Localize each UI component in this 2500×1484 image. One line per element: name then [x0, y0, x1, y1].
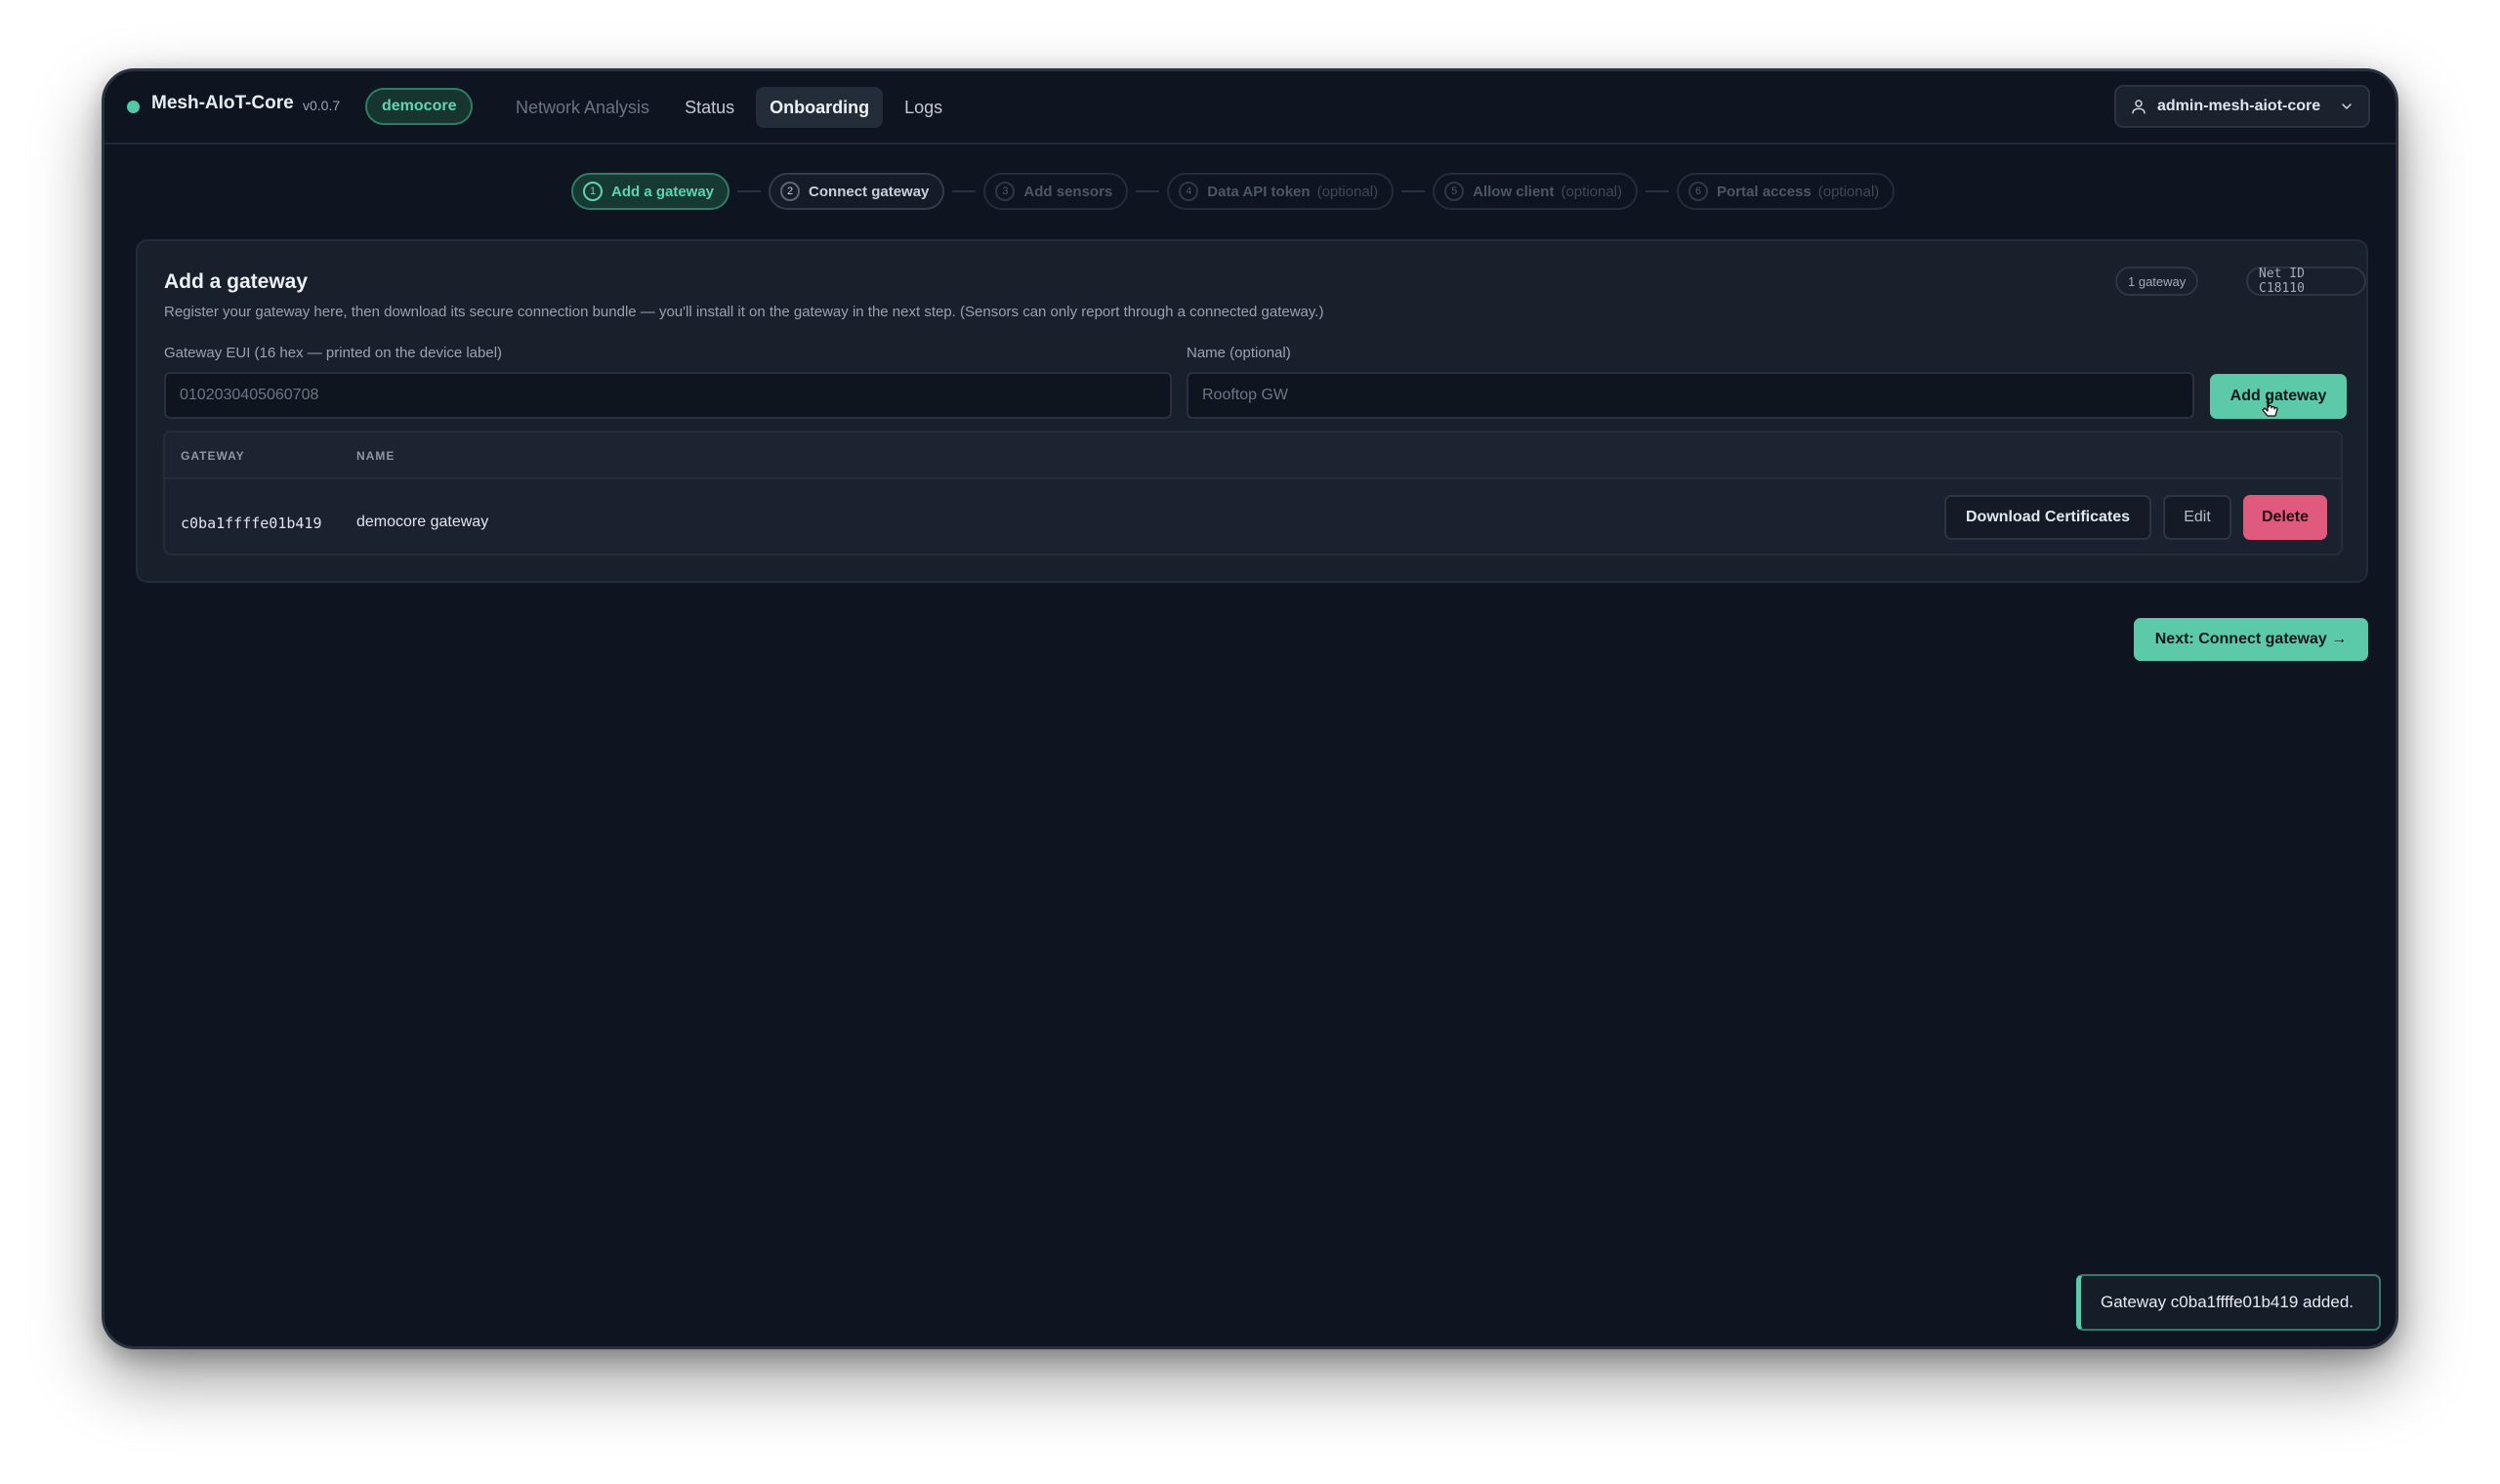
- table-header: GATEWAY NAME: [165, 433, 2341, 479]
- step-connector: [1136, 190, 1160, 192]
- card-description: Register your gateway here, then downloa…: [164, 304, 1324, 320]
- add-gateway-card: Add a gateway Register your gateway here…: [136, 239, 2368, 583]
- user-name: admin-mesh-aiot-core: [2157, 98, 2321, 114]
- step-number: 2: [780, 182, 801, 201]
- step-label: Allow client: [1473, 183, 1555, 200]
- card-title: Add a gateway: [164, 270, 309, 293]
- onboarding-stepper: 1 Add a gateway 2 Connect gateway 3 Add …: [571, 173, 1896, 210]
- chevron-down-icon: [2342, 103, 2352, 109]
- main-nav: Network Analysis Status Onboarding Logs: [502, 87, 956, 128]
- step-add-gateway[interactable]: 1 Add a gateway: [571, 173, 730, 210]
- step-allow-client[interactable]: 5 Allow client (optional): [1433, 173, 1639, 210]
- step-number: 3: [995, 182, 1016, 201]
- delete-gateway-button[interactable]: Delete: [2243, 495, 2327, 540]
- step-label: Data API token: [1207, 183, 1311, 200]
- step-number: 4: [1179, 182, 1199, 201]
- step-number: 1: [583, 182, 603, 201]
- gateway-name-cell: democore gateway: [356, 514, 489, 530]
- step-number: 5: [1444, 182, 1465, 201]
- download-certificates-button[interactable]: Download Certificates: [1944, 495, 2151, 540]
- nav-logs[interactable]: Logs: [891, 87, 956, 128]
- step-portal-access[interactable]: 6 Portal access (optional): [1677, 173, 1896, 210]
- next-connect-gateway-button[interactable]: Next: Connect gateway →: [2134, 618, 2368, 661]
- step-label: Add a gateway: [611, 183, 715, 200]
- nav-onboarding[interactable]: Onboarding: [756, 87, 884, 128]
- gateway-table: GATEWAY NAME c0ba1ffffe01b419 democore g…: [163, 431, 2343, 556]
- app-window: Mesh-AIoT-Core v0.0.7 democore Network A…: [102, 68, 2398, 1349]
- step-number: 6: [1688, 182, 1709, 201]
- success-toast: Gateway c0ba1ffffe01b419 added.: [2076, 1274, 2381, 1331]
- status-dot-icon: [127, 101, 140, 113]
- net-id-chip: Net ID C18110: [2246, 267, 2366, 296]
- app-version: v0.0.7: [303, 98, 341, 113]
- step-optional-label: (optional): [1561, 183, 1623, 200]
- nav-network-analysis[interactable]: Network Analysis: [502, 87, 663, 128]
- gateway-eui-input[interactable]: [164, 372, 1172, 419]
- nav-status[interactable]: Status: [671, 87, 748, 128]
- step-connector: [1646, 190, 1670, 192]
- step-connector: [737, 190, 762, 192]
- step-connector: [1401, 190, 1426, 192]
- step-label: Add sensors: [1023, 183, 1113, 200]
- tenant-badge[interactable]: democore: [365, 88, 474, 125]
- step-connector: [952, 190, 977, 192]
- gateway-name-input[interactable]: [1187, 372, 2194, 419]
- gateway-count-chip: 1 gateway: [2115, 267, 2199, 296]
- column-header-gateway: GATEWAY: [181, 449, 245, 463]
- app-name: Mesh-AIoT-Core: [151, 93, 294, 113]
- mouse-pointer-icon: [2262, 397, 2278, 417]
- step-optional-label: (optional): [1316, 183, 1379, 200]
- user-menu[interactable]: admin-mesh-aiot-core: [2114, 85, 2370, 128]
- step-optional-label: (optional): [1817, 183, 1880, 200]
- top-bar: Mesh-AIoT-Core v0.0.7 democore Network A…: [104, 71, 2396, 144]
- step-data-api-token[interactable]: 4 Data API token (optional): [1167, 173, 1395, 210]
- step-connect-gateway[interactable]: 2 Connect gateway: [769, 173, 945, 210]
- step-label: Portal access: [1717, 183, 1812, 200]
- step-label: Connect gateway: [809, 183, 930, 200]
- step-add-sensors[interactable]: 3 Add sensors: [983, 173, 1129, 210]
- gateway-eui-cell: c0ba1ffffe01b419: [181, 515, 322, 532]
- edit-gateway-button[interactable]: Edit: [2163, 495, 2231, 540]
- user-icon: [2132, 100, 2146, 114]
- gateway-name-label: Name (optional): [1187, 345, 1291, 361]
- column-header-name: NAME: [356, 449, 396, 463]
- gateway-eui-label: Gateway EUI (16 hex — printed on the dev…: [164, 345, 503, 361]
